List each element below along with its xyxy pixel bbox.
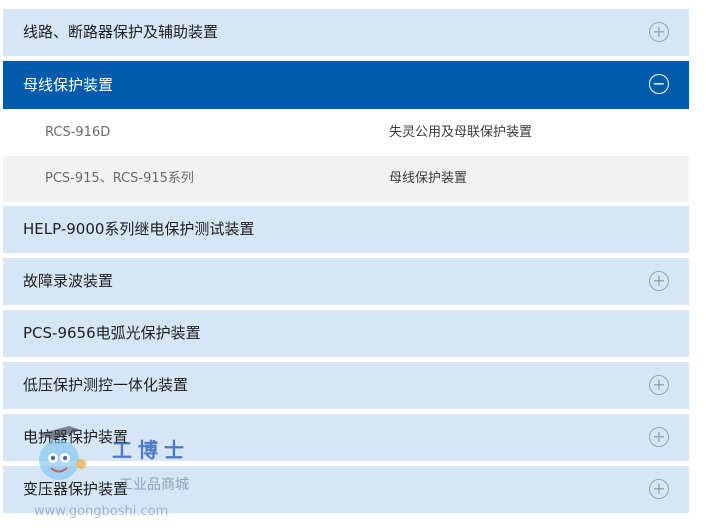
- accordion-row-label: 低压保护测控一体化装置: [23, 376, 189, 394]
- plus-circle-icon[interactable]: +: [649, 22, 669, 42]
- list-item[interactable]: RCS-916D 失灵公用及母联保护装置: [3, 110, 689, 156]
- accordion-row-label: PCS-9656电弧光保护装置: [23, 324, 201, 342]
- accordion-row-label: 故障录波装置: [23, 272, 114, 290]
- accordion-row-label: 母线保护装置: [23, 76, 114, 94]
- list-item[interactable]: PCS-915、RCS-915系列 母线保护装置: [3, 156, 689, 202]
- accordion-row-reactor[interactable]: 电抗器保护装置 +: [3, 414, 689, 461]
- product-description: 母线保护装置: [389, 171, 468, 186]
- product-model[interactable]: PCS-915、RCS-915系列: [45, 156, 194, 202]
- product-model[interactable]: RCS-916D: [45, 110, 110, 156]
- plus-circle-icon[interactable]: +: [649, 479, 669, 499]
- product-description: 失灵公用及母联保护装置: [389, 125, 533, 140]
- accordion-row-label: 线路、断路器保护及辅助装置: [23, 23, 219, 41]
- accordion-row-transformer[interactable]: 变压器保护装置 +: [3, 466, 689, 513]
- accordion-row-arc-flash[interactable]: PCS-9656电弧光保护装置: [3, 310, 689, 357]
- accordion-row-label: 变压器保护装置: [23, 480, 129, 498]
- accordion-row-busbar-protection[interactable]: 母线保护装置 −: [3, 61, 689, 109]
- accordion-row-fault-recorder[interactable]: 故障录波装置 +: [3, 258, 689, 305]
- accordion-row-label: 电抗器保护装置: [23, 428, 129, 446]
- accordion-row-line-breaker[interactable]: 线路、断路器保护及辅助装置 +: [3, 9, 689, 56]
- plus-circle-icon[interactable]: +: [649, 271, 669, 291]
- accordion-row-low-voltage[interactable]: 低压保护测控一体化装置 +: [3, 362, 689, 409]
- accordion-row-help9000[interactable]: HELP-9000系列继电保护测试装置: [3, 206, 689, 253]
- accordion-row-label: HELP-9000系列继电保护测试装置: [23, 220, 255, 238]
- minus-circle-icon[interactable]: −: [649, 74, 669, 94]
- plus-circle-icon[interactable]: +: [649, 427, 669, 447]
- plus-circle-icon[interactable]: +: [649, 375, 669, 395]
